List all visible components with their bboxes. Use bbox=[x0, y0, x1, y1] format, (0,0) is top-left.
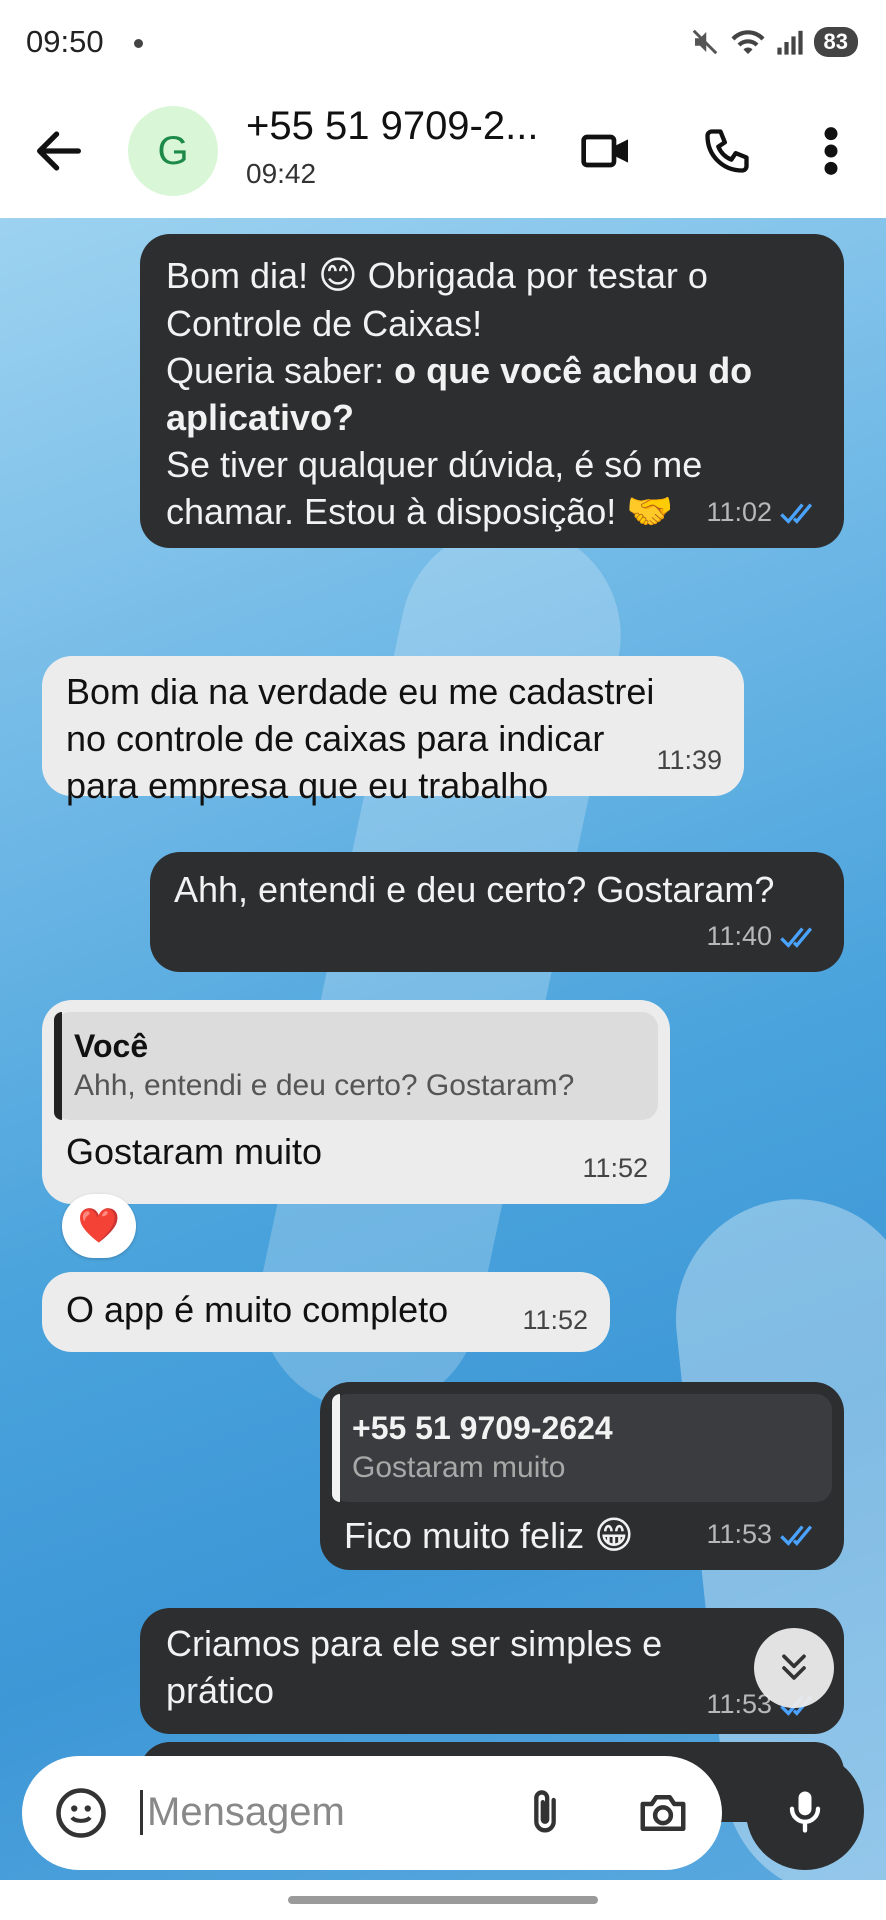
reaction-badge[interactable]: ❤️ bbox=[62, 1194, 136, 1258]
quoted-message[interactable]: Você Ahh, entendi e deu certo? Gostaram? bbox=[54, 1012, 658, 1120]
message-bubble-incoming[interactable]: Bom dia na verdade eu me cadastrei no co… bbox=[42, 656, 744, 806]
message-time: 11:53 bbox=[706, 1519, 772, 1549]
navigation-bar bbox=[0, 1880, 886, 1920]
double-chevron-down-icon bbox=[782, 1654, 806, 1680]
sticker-icon bbox=[56, 1788, 106, 1838]
quote-text: Gostaram muito bbox=[352, 1451, 566, 1484]
signal-icon bbox=[776, 30, 803, 55]
sticker-button[interactable] bbox=[52, 1784, 110, 1842]
message-bubble-outgoing[interactable]: Ahh, entendi e deu certo? Gostaram? 11:4… bbox=[150, 852, 844, 972]
message-text: Bom dia na verdade eu me cadastrei no co… bbox=[66, 671, 655, 806]
message-time: 11:52 bbox=[522, 1305, 588, 1335]
more-options-button[interactable] bbox=[800, 120, 862, 182]
more-vertical-icon bbox=[824, 127, 838, 175]
message-time: 11:39 bbox=[656, 745, 722, 775]
phone-icon bbox=[705, 129, 749, 173]
message-input[interactable]: Mensagem bbox=[140, 1790, 345, 1835]
message-meta: 11:02 bbox=[706, 489, 822, 536]
wifi-icon bbox=[731, 30, 765, 54]
quote-text: Ahh, entendi e deu certo? Gostaram? bbox=[74, 1069, 575, 1102]
message-text: Gostaram muito bbox=[66, 1131, 323, 1172]
camera-button[interactable] bbox=[634, 1784, 692, 1842]
microphone-icon bbox=[789, 1791, 821, 1833]
chat-area[interactable]: Bom dia! 😊 Obrigada por testar o Control… bbox=[0, 218, 886, 1880]
message-time: 11:02 bbox=[706, 497, 772, 527]
paperclip-icon bbox=[534, 1790, 556, 1833]
red-heart-emoji-icon: ❤️ bbox=[77, 1207, 121, 1245]
contact-name[interactable]: +55 51 9709-2... bbox=[246, 104, 556, 149]
quoted-message[interactable]: +55 51 9709-2624 Gostaram muito bbox=[332, 1394, 832, 1502]
mute-icon bbox=[692, 29, 717, 55]
message-text: Ahh, entendi e deu certo? Gostaram? bbox=[174, 869, 775, 910]
attach-button[interactable] bbox=[516, 1784, 574, 1842]
back-button[interactable] bbox=[30, 122, 88, 180]
read-double-check-icon bbox=[780, 1525, 813, 1546]
message-meta: 11:53 bbox=[706, 1511, 822, 1558]
message-text: O app é muito completo bbox=[66, 1289, 449, 1330]
battery-icon: 83 bbox=[813, 27, 858, 57]
video-camera-icon bbox=[581, 134, 628, 168]
message-bubble-outgoing[interactable]: Criamos para ele ser simples e prático 1… bbox=[140, 1608, 844, 1734]
message-bubble-outgoing[interactable]: +55 51 9709-2624 Gostaram muito Fico mui… bbox=[320, 1382, 844, 1570]
message-bubble-incoming[interactable]: O app é muito completo 11:52 bbox=[42, 1272, 610, 1352]
message-bubble-incoming[interactable]: Você Ahh, entendi e deu certo? Gostaram?… bbox=[42, 1000, 670, 1204]
message-time: 11:40 bbox=[706, 921, 772, 951]
status-icons: 83 bbox=[690, 24, 858, 60]
notification-dot-icon bbox=[134, 39, 143, 48]
message-bubble-outgoing[interactable]: Bom dia! 😊 Obrigada por testar o Control… bbox=[140, 234, 844, 548]
read-double-check-icon bbox=[780, 927, 813, 948]
status-time: 09:50 bbox=[26, 24, 104, 59]
camera-icon bbox=[640, 1795, 686, 1831]
video-call-button[interactable] bbox=[576, 120, 638, 182]
scroll-to-bottom-button[interactable] bbox=[754, 1628, 834, 1708]
message-meta: 11:40 bbox=[706, 913, 822, 960]
arrow-left-icon bbox=[37, 131, 81, 171]
voice-message-button[interactable] bbox=[746, 1752, 864, 1870]
last-seen: 09:42 bbox=[246, 158, 317, 189]
message-time: 11:52 bbox=[582, 1153, 648, 1183]
grinning-face-emoji-icon: 😁 bbox=[594, 1515, 634, 1557]
quote-bar bbox=[54, 1012, 62, 1120]
home-gesture-handle[interactable] bbox=[288, 1896, 598, 1904]
voice-call-button[interactable] bbox=[696, 120, 758, 182]
message-composer[interactable]: Mensagem bbox=[22, 1756, 722, 1870]
quote-author: +55 51 9709-2624 bbox=[352, 1410, 613, 1446]
chat-header: G +55 51 9709-2... 09:42 bbox=[0, 84, 886, 218]
message-meta: 11:52 bbox=[522, 1297, 588, 1344]
message-meta: 11:39 bbox=[656, 737, 722, 784]
handshake-emoji-icon: 🤝 bbox=[626, 491, 674, 533]
status-bar: 09:50 83 bbox=[0, 0, 886, 84]
avatar[interactable]: G bbox=[128, 106, 218, 196]
quote-bar bbox=[332, 1394, 340, 1502]
quote-author: Você bbox=[74, 1028, 149, 1064]
read-double-check-icon bbox=[780, 503, 813, 524]
smiling-face-emoji-icon: 😊 bbox=[318, 255, 358, 297]
message-meta: 11:52 bbox=[582, 1145, 648, 1192]
